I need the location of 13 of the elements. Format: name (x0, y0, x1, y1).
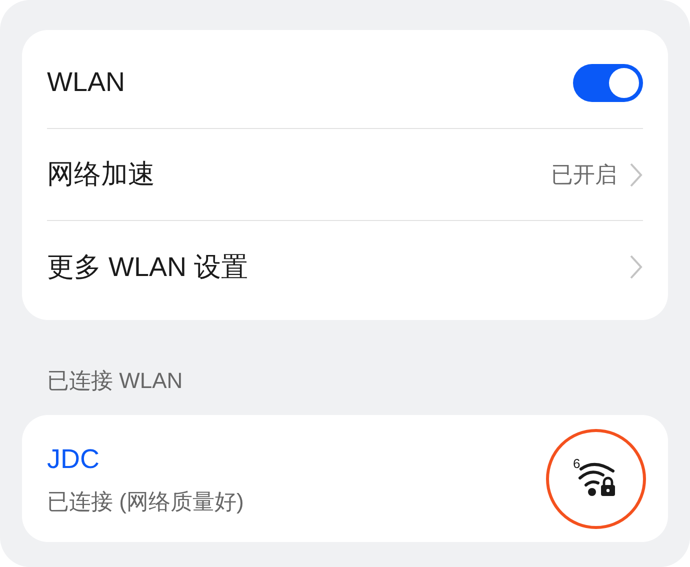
chevron-icon (629, 254, 643, 280)
network-status: 已连接 (网络质量好) (47, 488, 244, 516)
setting-label[interactable]: 更多 WLAN 设置 (47, 246, 248, 288)
setting-label[interactable]: 网络加速 (47, 154, 155, 195)
setting-value: 已开启 (551, 161, 617, 189)
wifi-icon (578, 462, 614, 496)
section-title: 已连接 WLAN (47, 367, 184, 395)
network-card[interactable]: JDC 已连接 (网络质量好) 6 (22, 415, 668, 542)
setting-label: WLAN (47, 66, 126, 100)
chevron-icon (629, 162, 643, 188)
network-name: JDC (47, 442, 100, 476)
wlan-toggle[interactable] (573, 64, 643, 102)
wifi-generation-label: 6 (573, 456, 580, 470)
